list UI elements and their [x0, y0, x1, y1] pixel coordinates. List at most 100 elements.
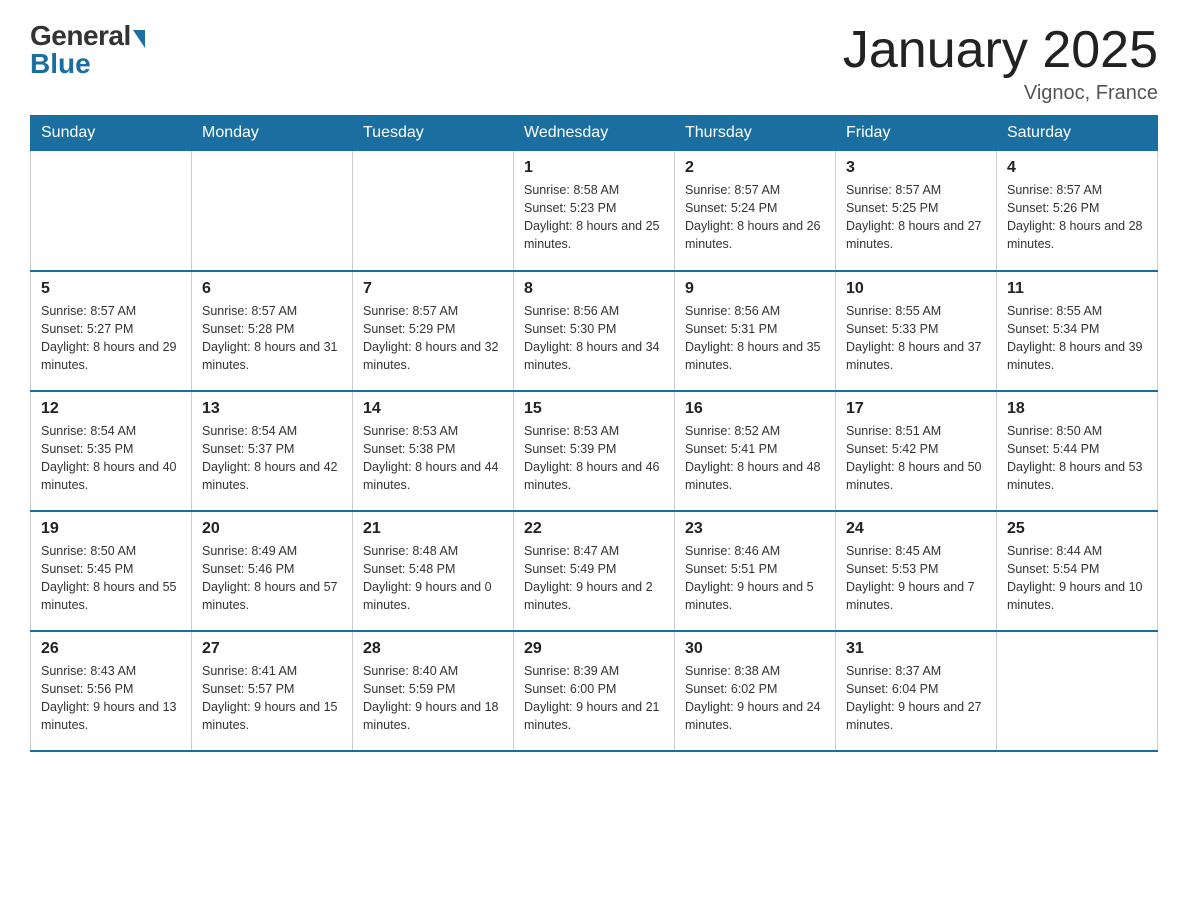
calendar-cell: 17 Sunrise: 8:51 AM Sunset: 5:42 PM Dayli…: [836, 391, 997, 511]
title-section: January 2025 Vignoc, France: [843, 20, 1158, 105]
day-number: 26: [41, 640, 181, 658]
day-info: Sunrise: 8:50 AM Sunset: 5:44 PM Dayligh…: [1007, 422, 1147, 495]
calendar-cell: 12Sunrise: 8:54 AM Sunset: 5:35 PM Dayli…: [31, 391, 192, 511]
weekday-header-wednesday: Wednesday: [514, 116, 675, 151]
day-number: 11: [1007, 280, 1147, 298]
day-number: 16: [685, 400, 825, 418]
day-info: Sunrise: 8:37 AM Sunset: 6:04 PM Dayligh…: [846, 662, 986, 735]
calendar-cell: 8 Sunrise: 8:56 AM Sunset: 5:30 PM Daylig…: [514, 271, 675, 391]
week-row-2: 5 Sunrise: 8:57 AM Sunset: 5:27 PM Daylig…: [31, 271, 1158, 391]
calendar-cell: [997, 631, 1158, 751]
day-info: Sunrise: 8:56 AM Sunset: 5:31 PM Dayligh…: [685, 302, 825, 375]
calendar-cell: 2 Sunrise: 8:57 AM Sunset: 5:24 PM Daylig…: [675, 151, 836, 271]
day-info: Sunrise: 8:57 AM Sunset: 5:25 PM Dayligh…: [846, 181, 986, 254]
day-info: Sunrise: 8:57 AM Sunset: 5:28 PM Dayligh…: [202, 302, 342, 375]
day-number: 18: [1007, 400, 1147, 418]
weekday-header-thursday: Thursday: [675, 116, 836, 151]
calendar-cell: 7Sunrise: 8:57 AM Sunset: 5:29 PM Daylig…: [353, 271, 514, 391]
day-number: 4: [1007, 159, 1147, 177]
day-number: 2: [685, 159, 825, 177]
calendar-cell: 30 Sunrise: 8:38 AM Sunset: 6:02 PM Dayli…: [675, 631, 836, 751]
day-info: Sunrise: 8:57 AM Sunset: 5:24 PM Dayligh…: [685, 181, 825, 254]
day-info: Sunrise: 8:47 AM Sunset: 5:49 PM Dayligh…: [524, 542, 664, 615]
day-number: 19: [41, 520, 181, 538]
day-info: Sunrise: 8:40 AM Sunset: 5:59 PM Dayligh…: [363, 662, 503, 735]
calendar-cell: 31 Sunrise: 8:37 AM Sunset: 6:04 PM Dayli…: [836, 631, 997, 751]
logo: General Blue: [30, 20, 145, 80]
calendar-cell: [31, 151, 192, 271]
day-number: 12: [41, 400, 181, 418]
calendar-cell: 15 Sunrise: 8:53 AM Sunset: 5:39 PM Dayli…: [514, 391, 675, 511]
calendar-cell: 16Sunrise: 8:52 AM Sunset: 5:41 PM Dayli…: [675, 391, 836, 511]
calendar-cell: [353, 151, 514, 271]
calendar-subtitle: Vignoc, France: [843, 82, 1158, 105]
day-number: 31: [846, 640, 986, 658]
calendar-table: SundayMondayTuesdayWednesdayThursdayFrid…: [30, 115, 1158, 752]
calendar-cell: 11 Sunrise: 8:55 AM Sunset: 5:34 PM Dayli…: [997, 271, 1158, 391]
day-info: Sunrise: 8:41 AM Sunset: 5:57 PM Dayligh…: [202, 662, 342, 735]
day-info: Sunrise: 8:38 AM Sunset: 6:02 PM Dayligh…: [685, 662, 825, 735]
day-info: Sunrise: 8:44 AM Sunset: 5:54 PM Dayligh…: [1007, 542, 1147, 615]
day-number: 14: [363, 400, 503, 418]
calendar-cell: 20 Sunrise: 8:49 AM Sunset: 5:46 PM Dayli…: [192, 511, 353, 631]
weekday-header-row: SundayMondayTuesdayWednesdayThursdayFrid…: [31, 116, 1158, 151]
calendar-cell: 4 Sunrise: 8:57 AM Sunset: 5:26 PM Daylig…: [997, 151, 1158, 271]
day-number: 27: [202, 640, 342, 658]
day-number: 6: [202, 280, 342, 298]
day-info: Sunrise: 8:57 AM Sunset: 5:27 PM Dayligh…: [41, 302, 181, 375]
day-info: Sunrise: 8:43 AM Sunset: 5:56 PM Dayligh…: [41, 662, 181, 735]
day-info: Sunrise: 8:53 AM Sunset: 5:38 PM Dayligh…: [363, 422, 503, 495]
day-number: 17: [846, 400, 986, 418]
day-number: 8: [524, 280, 664, 298]
week-row-5: 26 Sunrise: 8:43 AM Sunset: 5:56 PM Dayli…: [31, 631, 1158, 751]
calendar-cell: 1 Sunrise: 8:58 AM Sunset: 5:23 PM Daylig…: [514, 151, 675, 271]
day-number: 28: [363, 640, 503, 658]
day-number: 29: [524, 640, 664, 658]
day-info: Sunrise: 8:48 AM Sunset: 5:48 PM Dayligh…: [363, 542, 503, 615]
day-info: Sunrise: 8:54 AM Sunset: 5:37 PM Dayligh…: [202, 422, 342, 495]
calendar-cell: 22 Sunrise: 8:47 AM Sunset: 5:49 PM Dayli…: [514, 511, 675, 631]
day-number: 15: [524, 400, 664, 418]
day-info: Sunrise: 8:46 AM Sunset: 5:51 PM Dayligh…: [685, 542, 825, 615]
weekday-header-monday: Monday: [192, 116, 353, 151]
calendar-cell: 27 Sunrise: 8:41 AM Sunset: 5:57 PM Dayli…: [192, 631, 353, 751]
day-info: Sunrise: 8:50 AM Sunset: 5:45 PM Dayligh…: [41, 542, 181, 615]
logo-arrow-icon: [133, 30, 145, 48]
day-number: 13: [202, 400, 342, 418]
day-info: Sunrise: 8:56 AM Sunset: 5:30 PM Dayligh…: [524, 302, 664, 375]
day-number: 21: [363, 520, 503, 538]
calendar-title: January 2025: [843, 20, 1158, 80]
day-info: Sunrise: 8:51 AM Sunset: 5:42 PM Dayligh…: [846, 422, 986, 495]
calendar-cell: 25Sunrise: 8:44 AM Sunset: 5:54 PM Dayli…: [997, 511, 1158, 631]
calendar-cell: 6 Sunrise: 8:57 AM Sunset: 5:28 PM Daylig…: [192, 271, 353, 391]
calendar-cell: 13 Sunrise: 8:54 AM Sunset: 5:37 PM Dayli…: [192, 391, 353, 511]
calendar-cell: 23Sunrise: 8:46 AM Sunset: 5:51 PM Dayli…: [675, 511, 836, 631]
day-info: Sunrise: 8:57 AM Sunset: 5:26 PM Dayligh…: [1007, 181, 1147, 254]
calendar-cell: 5 Sunrise: 8:57 AM Sunset: 5:27 PM Daylig…: [31, 271, 192, 391]
calendar-cell: 29 Sunrise: 8:39 AM Sunset: 6:00 PM Dayli…: [514, 631, 675, 751]
calendar-cell: 3 Sunrise: 8:57 AM Sunset: 5:25 PM Daylig…: [836, 151, 997, 271]
day-info: Sunrise: 8:53 AM Sunset: 5:39 PM Dayligh…: [524, 422, 664, 495]
day-info: Sunrise: 8:55 AM Sunset: 5:33 PM Dayligh…: [846, 302, 986, 375]
weekday-header-sunday: Sunday: [31, 116, 192, 151]
day-number: 3: [846, 159, 986, 177]
weekday-header-friday: Friday: [836, 116, 997, 151]
day-number: 1: [524, 159, 664, 177]
day-info: Sunrise: 8:49 AM Sunset: 5:46 PM Dayligh…: [202, 542, 342, 615]
day-info: Sunrise: 8:57 AM Sunset: 5:29 PM Dayligh…: [363, 302, 503, 375]
weekday-header-saturday: Saturday: [997, 116, 1158, 151]
calendar-cell: [192, 151, 353, 271]
day-number: 10: [846, 280, 986, 298]
day-number: 22: [524, 520, 664, 538]
day-number: 20: [202, 520, 342, 538]
week-row-1: 1 Sunrise: 8:58 AM Sunset: 5:23 PM Daylig…: [31, 151, 1158, 271]
day-number: 5: [41, 280, 181, 298]
calendar-cell: 10 Sunrise: 8:55 AM Sunset: 5:33 PM Dayli…: [836, 271, 997, 391]
day-info: Sunrise: 8:39 AM Sunset: 6:00 PM Dayligh…: [524, 662, 664, 735]
day-number: 30: [685, 640, 825, 658]
day-info: Sunrise: 8:58 AM Sunset: 5:23 PM Dayligh…: [524, 181, 664, 254]
day-info: Sunrise: 8:55 AM Sunset: 5:34 PM Dayligh…: [1007, 302, 1147, 375]
page-header: General Blue January 2025 Vignoc, France: [30, 20, 1158, 105]
week-row-4: 19 Sunrise: 8:50 AM Sunset: 5:45 PM Dayli…: [31, 511, 1158, 631]
calendar-cell: 19 Sunrise: 8:50 AM Sunset: 5:45 PM Dayli…: [31, 511, 192, 631]
